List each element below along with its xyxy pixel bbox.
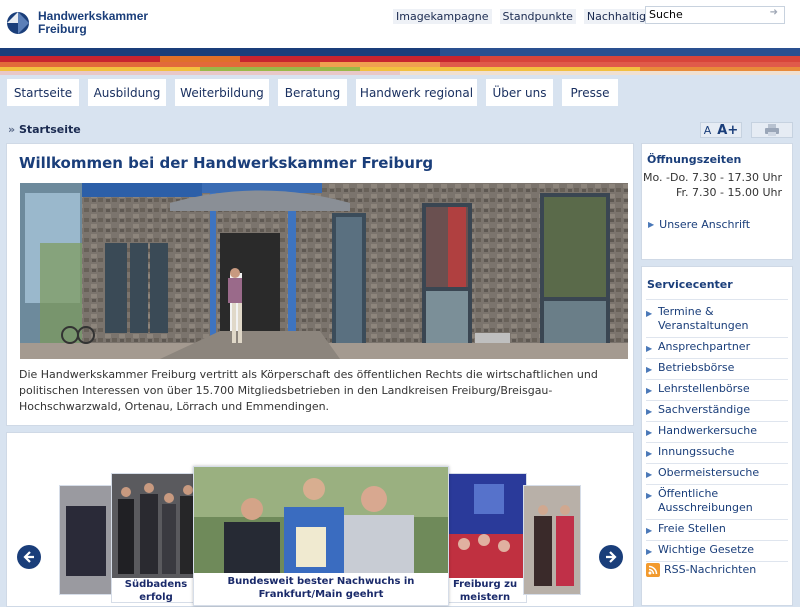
search-input[interactable]: Suche ➜ <box>645 6 785 24</box>
service-center-panel: Servicecenter ▶ Termine & Veranstaltungen… <box>641 266 793 606</box>
tab-ueber-uns[interactable]: Über uns <box>486 79 553 106</box>
toplink-standpunkte[interactable]: Standpunkte <box>499 9 576 24</box>
service-item-ansprechpartner[interactable]: ▶ Ansprechpartner <box>646 340 788 356</box>
service-item-label: Öffentliche Ausschreibungen <box>658 487 753 514</box>
service-item-sachverstaendige[interactable]: ▶ Sachverständige <box>646 403 788 419</box>
building-illustration <box>20 183 628 359</box>
service-item-label: Innungssuche <box>658 445 735 458</box>
service-item-label: Termine & Veranstaltungen <box>658 305 749 332</box>
main-nav: Startseite Ausbildung Weiterbildung Bera… <box>0 75 800 111</box>
font-smaller-button[interactable]: A <box>704 124 712 137</box>
slide-card-far-right[interactable] <box>523 485 581 595</box>
tab-ausbildung[interactable]: Ausbildung <box>88 79 166 106</box>
address-link[interactable]: ▶ Unsere Anschrift <box>648 218 750 231</box>
slider-prev-button[interactable] <box>17 545 41 569</box>
breadcrumb-current[interactable]: Startseite <box>19 123 81 136</box>
service-item-lehrstellenboerse[interactable]: ▶ Lehrstellenbörse <box>646 382 788 398</box>
arrow-right-icon <box>606 551 617 563</box>
rss-icon <box>646 563 660 577</box>
slide-caption-left: Südbadens erfolg <box>124 579 188 603</box>
slide-card-far-left[interactable] <box>59 485 115 595</box>
slide-card-center[interactable]: Bundesweit bester Nachwuchs in Frankfurt… <box>193 466 449 606</box>
service-item-label: Handwerkersuche <box>658 424 758 437</box>
printer-icon <box>765 124 779 136</box>
breadcrumb-arrow: » <box>8 123 16 136</box>
service-item-freie-stellen[interactable]: ▶ Freie Stellen <box>646 522 788 538</box>
opening-hours-title: Öffnungszeiten <box>647 153 742 166</box>
service-item-label: Ansprechpartner <box>658 340 751 353</box>
welcome-title: Willkommen bei der Handwerkskammer Freib… <box>19 154 434 172</box>
hours-line-1: Mo. -Do. 7.30 - 17.30 Uhr <box>643 171 782 184</box>
breadcrumb: » Startseite <box>8 123 81 136</box>
font-size-control: A A+ <box>700 122 742 138</box>
triangle-right-icon: ▶ <box>646 365 653 374</box>
service-item-betriebsboerse[interactable]: ▶ Betriebsbörse <box>646 361 788 377</box>
service-item-label: Obermeistersuche <box>658 466 760 479</box>
service-item-label: Sachverständige <box>658 403 751 416</box>
triangle-right-icon: ▶ <box>646 344 653 353</box>
triangle-right-icon: ▶ <box>646 491 653 500</box>
logo-icon <box>7 12 29 34</box>
top-links: Imagekampagne Standpunkte Nachhaltigkeit <box>393 9 670 24</box>
triangle-right-icon: ▶ <box>646 526 653 535</box>
slide-image-left <box>112 474 200 578</box>
welcome-panel: Willkommen bei der Handwerkskammer Freib… <box>6 143 634 426</box>
slide-caption-center: Bundesweit bester Nachwuchs in Frankfurt… <box>227 576 415 600</box>
triangle-right-icon: ▶ <box>646 309 653 318</box>
print-button[interactable] <box>751 122 793 138</box>
news-slider: Südbadens erfolg Freiburg zu meistern Bu… <box>6 432 634 607</box>
tab-presse[interactable]: Presse <box>562 79 618 106</box>
tab-beratung[interactable]: Beratung <box>278 79 347 106</box>
slide-image-center <box>194 467 448 573</box>
service-item-gesetze[interactable]: ▶ Wichtige Gesetze <box>646 543 788 559</box>
service-item-label: RSS-Nachrichten <box>664 563 757 576</box>
logo[interactable]: Handwerkskammer Freiburg <box>6 10 148 36</box>
logo-text: Handwerkskammer Freiburg <box>38 10 148 36</box>
service-item-label: Freie Stellen <box>658 522 726 535</box>
slide-caption-right: Freiburg zu meistern <box>452 579 518 603</box>
slider-next-button[interactable] <box>599 545 623 569</box>
slide-card-left[interactable]: Südbadens erfolg <box>111 473 201 603</box>
search-value: Suche <box>649 8 683 21</box>
slide-card-right[interactable]: Freiburg zu meistern <box>443 473 527 603</box>
service-item-rss[interactable]: RSS-Nachrichten <box>646 563 788 577</box>
hero-image <box>20 183 628 359</box>
toplink-imagekampagne[interactable]: Imagekampagne <box>393 9 492 24</box>
service-item-label: Betriebsbörse <box>658 361 735 374</box>
tab-startseite[interactable]: Startseite <box>7 79 79 106</box>
triangle-right-icon: ▶ <box>646 386 653 395</box>
service-item-label: Lehrstellenbörse <box>658 382 750 395</box>
address-link-label: Unsere Anschrift <box>659 218 751 231</box>
triangle-right-icon: ▶ <box>648 220 655 229</box>
opening-hours-panel: Öffnungszeiten Mo. -Do. 7.30 - 17.30 Uhr… <box>641 143 793 260</box>
slide-image-far-right <box>524 486 580 594</box>
search-submit-icon[interactable]: ➜ <box>770 7 778 18</box>
service-item-handwerkersuche[interactable]: ▶ Handwerkersuche <box>646 424 788 440</box>
logo-line-2: Freiburg <box>38 22 87 36</box>
triangle-right-icon: ▶ <box>646 428 653 437</box>
service-item-termine[interactable]: ▶ Termine & Veranstaltungen <box>646 305 788 333</box>
service-center-title: Servicecenter <box>647 278 733 291</box>
slide-image-right <box>444 474 526 578</box>
triangle-right-icon: ▶ <box>646 547 653 556</box>
tab-handwerk-regional[interactable]: Handwerk regional <box>356 79 477 106</box>
triangle-right-icon: ▶ <box>646 449 653 458</box>
triangle-right-icon: ▶ <box>646 470 653 479</box>
arrow-left-icon <box>23 551 34 563</box>
triangle-right-icon: ▶ <box>646 407 653 416</box>
service-item-innungssuche[interactable]: ▶ Innungssuche <box>646 445 788 461</box>
tab-weiterbildung[interactable]: Weiterbildung <box>175 79 269 106</box>
header: Handwerkskammer Freiburg Imagekampagne S… <box>0 0 800 48</box>
header-stripes <box>0 48 800 75</box>
service-item-label: Wichtige Gesetze <box>658 543 754 556</box>
service-item-obermeistersuche[interactable]: ▶ Obermeistersuche <box>646 466 788 482</box>
slide-image-far-left <box>60 486 114 594</box>
welcome-text: Die Handwerkskammer Freiburg vertritt al… <box>19 368 598 413</box>
hours-line-2: Fr. 7.30 - 15.00 Uhr <box>675 186 782 199</box>
font-larger-button[interactable]: A+ <box>717 123 738 138</box>
service-item-ausschreibungen[interactable]: ▶ Öffentliche Ausschreibungen <box>646 487 788 515</box>
